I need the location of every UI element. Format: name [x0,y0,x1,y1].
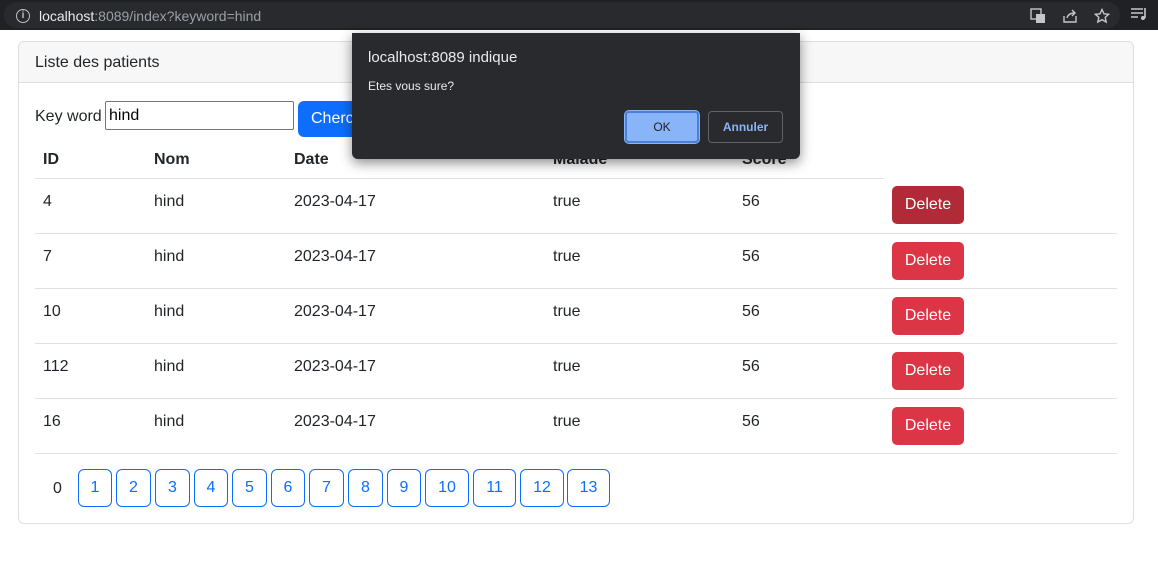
cell-date: 2023-04-17 [286,343,545,399]
cell-score: 56 [734,343,884,399]
cell-score: 56 [734,288,884,344]
table-row: 10 hind 2023-04-17 true 56 Delete [35,288,1117,344]
table-row: 112 hind 2023-04-17 true 56 Delete [35,343,1117,399]
page-button-3[interactable]: 3 [155,469,190,507]
table-row: 7 hind 2023-04-17 true 56 Delete [35,233,1117,289]
page-button-2[interactable]: 2 [116,469,151,507]
delete-button[interactable]: Delete [892,351,964,390]
cell-malade: true [545,178,734,234]
delete-button[interactable]: Delete [892,186,964,224]
page-button-6[interactable]: 6 [271,469,305,507]
cell-malade: true [545,233,734,289]
share-icon[interactable] [1061,8,1079,26]
cell-nom: hind [146,288,286,344]
header-nom: Nom [146,142,286,179]
dialog-title: localhost:8089 indique [368,49,518,66]
cell-action: Delete [884,343,1117,399]
star-icon[interactable] [1093,7,1111,26]
url-path: :8089/index?keyword=hind [94,8,262,24]
cell-score: 56 [734,233,884,289]
delete-button[interactable]: Delete [892,241,964,280]
table-row: 4 hind 2023-04-17 true 56 Delete [35,178,1117,234]
header-action [884,142,1117,178]
cell-malade: true [545,288,734,344]
info-icon[interactable]: i [16,9,30,23]
keyword-input[interactable] [105,101,294,130]
cell-action: Delete [884,398,1117,454]
page-button-11[interactable]: 11 [473,469,516,507]
cell-score: 56 [734,178,884,234]
cell-action: Delete [884,233,1117,289]
current-page: 0 [53,480,62,497]
cell-id: 16 [35,398,146,454]
browser-toolbar: i localhost:8089/index?keyword=hind [0,0,1158,30]
confirm-dialog: localhost:8089 indique Etes vous sure? O… [352,33,800,159]
cell-malade: true [545,398,734,454]
cell-action: Delete [884,288,1117,344]
page-button-10[interactable]: 10 [425,469,469,507]
keyword-label: Key word [35,108,102,125]
cell-id: 10 [35,288,146,344]
reading-list-icon[interactable] [1130,6,1148,24]
cell-nom: hind [146,398,286,454]
header-id: ID [35,142,146,179]
delete-button[interactable]: Delete [892,406,964,445]
page-button-5[interactable]: 5 [232,469,267,507]
cell-nom: hind [146,233,286,289]
page-button-1[interactable]: 1 [78,469,112,507]
translate-icon[interactable] [1029,8,1047,26]
page-button-4[interactable]: 4 [194,469,228,507]
cell-id: 4 [35,178,146,234]
page-button-9[interactable]: 9 [387,469,421,507]
delete-button[interactable]: Delete [892,296,964,335]
cell-score: 56 [734,398,884,454]
cell-malade: true [545,343,734,399]
cell-action: Delete [884,178,1117,234]
address-bar[interactable]: i localhost:8089/index?keyword=hind [4,2,1120,28]
cell-date: 2023-04-17 [286,178,545,234]
page-button-8[interactable]: 8 [348,469,383,507]
patients-table: ID Nom Date Malade Score 4 hind 2023-04-… [35,142,1117,454]
page-button-12[interactable]: 12 [520,469,564,507]
cell-nom: hind [146,178,286,234]
cell-date: 2023-04-17 [286,288,545,344]
dialog-message: Etes vous sure? [368,79,455,93]
dialog-ok-button[interactable]: OK [624,110,700,144]
url-host: localhost [39,8,95,24]
cell-date: 2023-04-17 [286,233,545,289]
cell-nom: hind [146,343,286,399]
page-button-13[interactable]: 13 [567,469,610,507]
cell-date: 2023-04-17 [286,398,545,454]
dialog-cancel-button[interactable]: Annuler [708,111,783,143]
table-row: 16 hind 2023-04-17 true 56 Delete [35,398,1117,454]
cell-id: 112 [35,343,146,399]
page-button-7[interactable]: 7 [309,469,344,507]
cell-id: 7 [35,233,146,289]
url-text[interactable]: localhost:8089/index?keyword=hind [39,8,261,24]
